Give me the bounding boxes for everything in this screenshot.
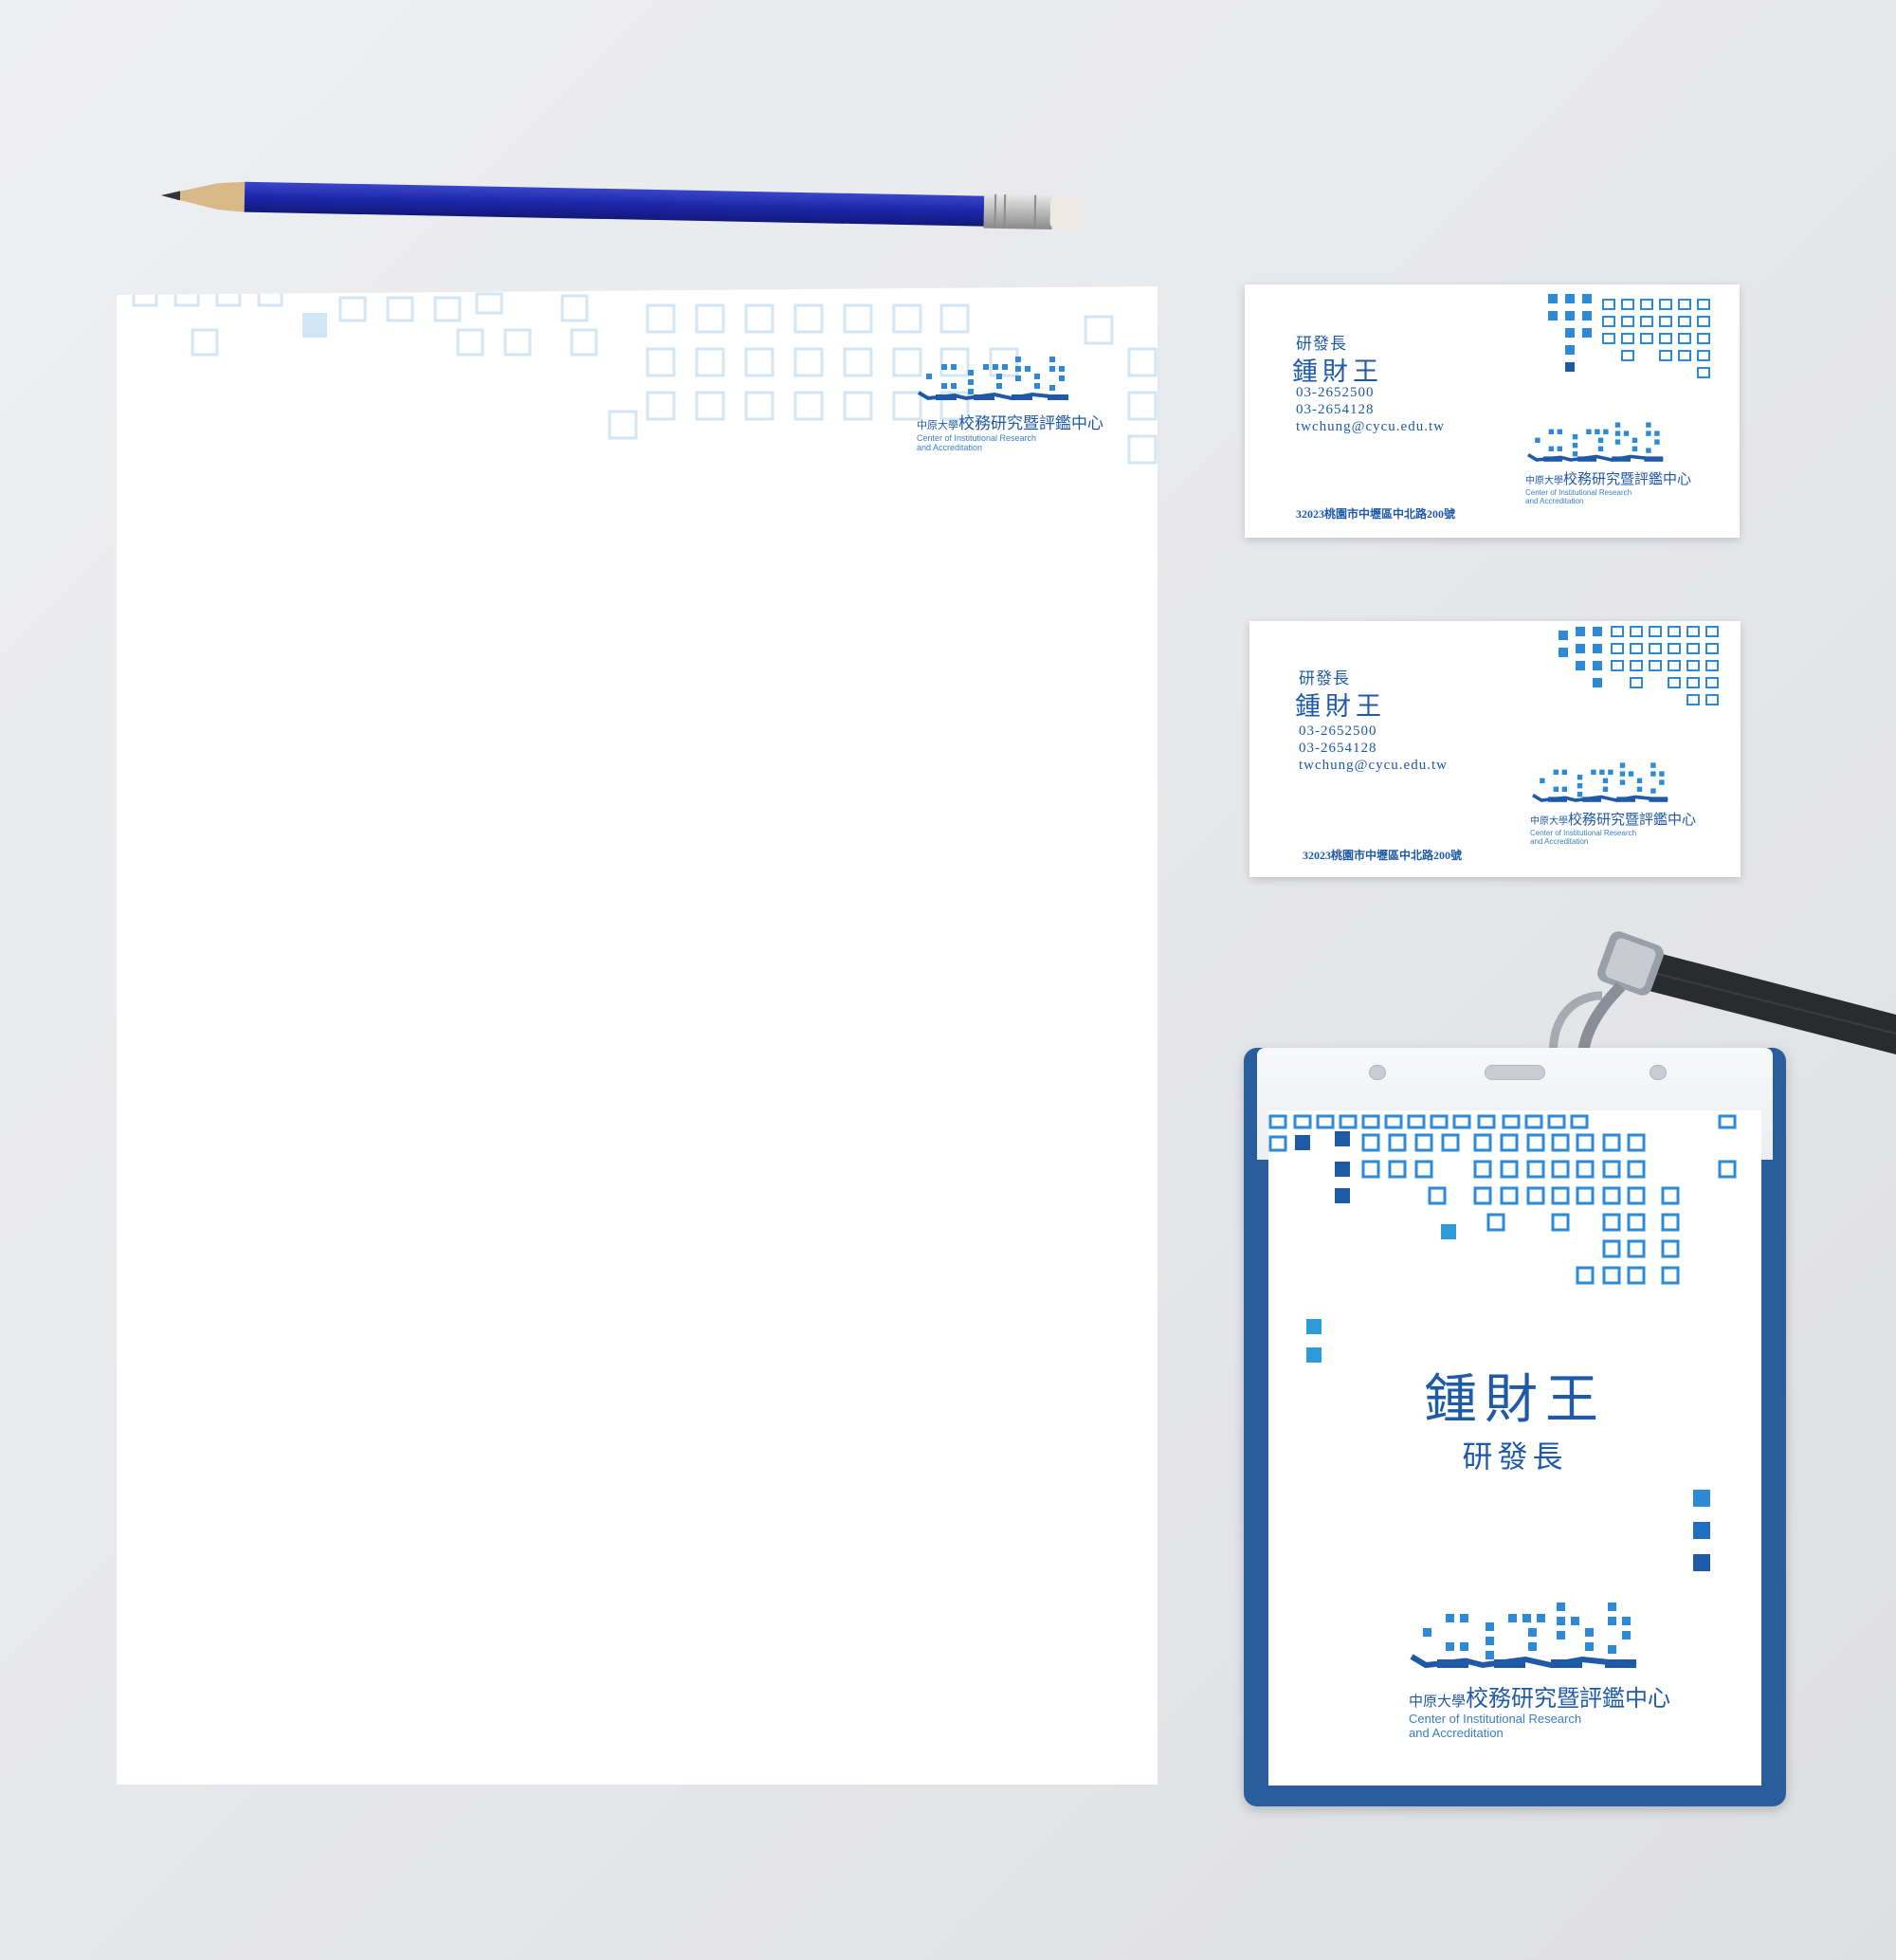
brand-name-zh-main: 校務研究暨評鑑中心 [1466, 1685, 1671, 1712]
logo-mark-icon [917, 357, 1069, 401]
brand-name-en-line2: and Accreditation [1530, 837, 1589, 847]
pencil [161, 181, 1084, 230]
brand-name-zh: 中原大學校務研究暨評鑑中心 [1409, 1679, 1670, 1713]
brand-name-en-line1: Center of Institutional Research [1409, 1712, 1582, 1726]
business-card-back: 研發長 鍾財王 03-2652500 03-2654128 twchung@cy… [1249, 621, 1741, 877]
card-logo: 中原大學校務研究暨評鑑中心 Center of Institutional Re… [1530, 758, 1696, 846]
card-phone-2: 03-2654128 [1299, 741, 1377, 756]
logo-mark-icon [1410, 1603, 1637, 1669]
card-phone-2: 03-2654128 [1296, 402, 1375, 417]
card-phone-1: 03-2652500 [1299, 724, 1377, 739]
badge-hole-left [1369, 1065, 1386, 1080]
brand-name-zh-small: 中原大學 [1409, 1693, 1467, 1710]
letterhead-logo: 中原大學校務研究暨評鑑中心 Center of Institutional Re… [917, 351, 1103, 453]
card-phone-1: 03-2652500 [1296, 385, 1375, 400]
letterhead: 中原大學校務研究暨評鑑中心 Center of Institutional Re… [117, 286, 1158, 1785]
brand-name-zh: 中原大學校務研究暨評鑑中心 [1525, 468, 1691, 488]
brand-name-en-line1: Center of Institutional Research [1525, 488, 1632, 497]
brand-name-zh-small: 中原大學 [1525, 476, 1563, 486]
card-square-pattern [1548, 294, 1710, 378]
card-logo: 中原大學校務研究暨評鑑中心 Center of Institutional Re… [1525, 417, 1691, 505]
brand-name-zh-small: 中原大學 [917, 419, 958, 431]
badge-slot [1485, 1065, 1545, 1080]
brand-name-en-line1: Center of Institutional Research [917, 433, 1037, 443]
badge-card: 鍾財王 研發長 中原大學校務研究暨評鑑中心 Center of Institut… [1268, 1110, 1761, 1786]
card-name: 鍾財王 [1292, 357, 1383, 387]
brand-name-en-line1: Center of Institutional Research [1530, 829, 1637, 837]
badge-logo: 中原大學校務研究暨評鑑中心 Center of Institutional Re… [1409, 1594, 1670, 1741]
stationery-mockup: 中原大學校務研究暨評鑑中心 Center of Institutional Re… [0, 0, 1896, 1960]
brand-name-en-line2: and Accreditation [917, 443, 983, 453]
logo-mark-icon [1532, 762, 1668, 802]
badge-name: 鍾財王 [1424, 1369, 1606, 1431]
badge-side-squares [1693, 1490, 1710, 1571]
brand-name-zh: 中原大學校務研究暨評鑑中心 [917, 410, 1103, 433]
id-badge: 鍾財王 研發長 中原大學校務研究暨評鑑中心 Center of Institut… [1244, 1048, 1786, 1806]
brand-name-zh-small: 中原大學 [1530, 816, 1568, 827]
card-email: twchung@cycu.edu.tw [1299, 758, 1448, 773]
brand-name-en: Center of Institutional Research and Acc… [1409, 1712, 1670, 1741]
brand-name-zh: 中原大學校務研究暨評鑑中心 [1530, 809, 1696, 829]
badge-title: 研發長 [1462, 1438, 1568, 1475]
brand-name-en-line2: and Accreditation [1525, 497, 1584, 506]
brand-name-zh-main: 校務研究暨評鑑中心 [1563, 470, 1692, 487]
brand-name-en: Center of Institutional Research and Acc… [1530, 829, 1696, 846]
brand-name-en: Center of Institutional Research and Acc… [917, 433, 1103, 453]
business-card-front: 研發長 鍾財王 03-2652500 03-2654128 twchung@cy… [1245, 284, 1740, 538]
card-address: 32023桃園市中壢區中北路200號 [1303, 849, 1463, 862]
card-square-pattern [1559, 626, 1719, 705]
card-email: twchung@cycu.edu.tw [1296, 419, 1445, 434]
brand-name-en: Center of Institutional Research and Acc… [1525, 488, 1691, 505]
logo-mark-icon [1527, 422, 1664, 462]
card-name: 鍾財王 [1295, 692, 1386, 722]
card-address: 32023桃園市中壢區中北路200號 [1296, 507, 1456, 521]
brand-name-en-line2: and Accreditation [1409, 1725, 1504, 1740]
badge-hole-right [1650, 1065, 1667, 1080]
brand-name-zh-main: 校務研究暨評鑑中心 [958, 414, 1103, 433]
brand-name-zh-main: 校務研究暨評鑑中心 [1568, 811, 1697, 828]
